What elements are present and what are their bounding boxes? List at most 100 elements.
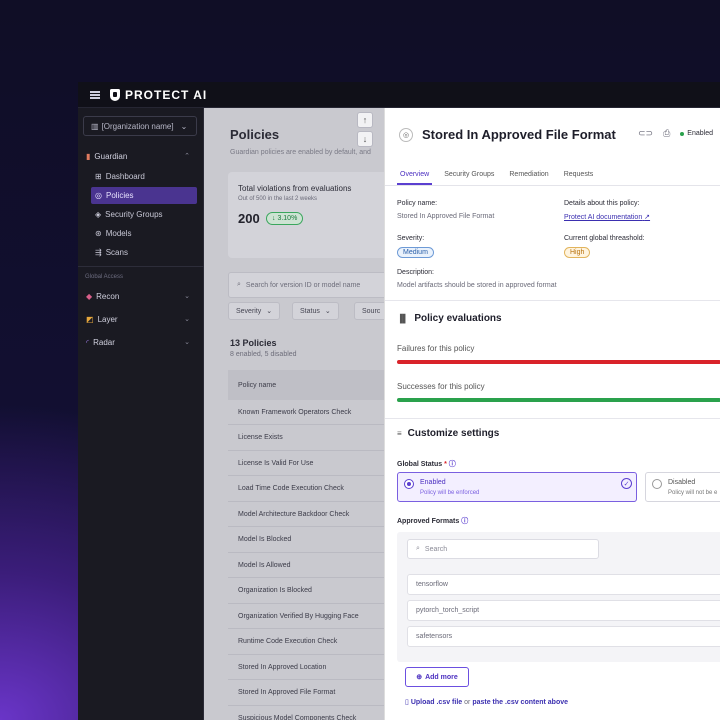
approved-formats-text: Approved Formats [397, 518, 460, 525]
search-input[interactable]: ⌕ Search for version ID or model name [228, 272, 388, 298]
tab-remediation[interactable]: Remediation [506, 168, 551, 185]
guardian-icon: ▮ [86, 151, 91, 161]
chevron-down-icon: ⌄ [180, 121, 188, 131]
table-row[interactable]: Known Framework Operators Check [228, 400, 388, 425]
status-dot [680, 131, 685, 136]
navigation-arrows: ↑ ↓ [357, 112, 373, 147]
brand-logo: PROTECT AI [110, 88, 207, 102]
approved-formats-label: Approved Formats ⓘ [397, 516, 468, 526]
filter-label: Sourc [362, 307, 381, 315]
tab-security-groups[interactable]: Security Groups [441, 168, 497, 185]
format-item[interactable]: pytorch_torch_script [407, 600, 720, 621]
sidebar-item-label: Policies [105, 191, 134, 200]
evaluations-heading: ▐▌ Policy evaluations [397, 313, 502, 324]
sidebar-item-policies[interactable]: ◎ Policies [91, 187, 197, 204]
panel-title: Stored In Approved File Format [422, 127, 616, 142]
radio-unselected-icon [652, 479, 662, 489]
upload-or-text: or [464, 699, 471, 706]
filter-label: Status [300, 307, 320, 315]
panel-tabs: Overview Security Groups Remediation Req… [397, 168, 596, 185]
paste-csv-link[interactable]: paste the .csv content above [472, 699, 568, 706]
sidebar-item-dashboard[interactable]: ⊞ Dashboard [91, 168, 197, 185]
security-groups-icon: ◈ [95, 210, 102, 219]
sidebar-divider [78, 266, 204, 267]
organization-selector[interactable]: ▥ [Organization name] ⌄ [83, 116, 197, 136]
page-subtitle: Guardian policies are enabled by default… [230, 149, 371, 156]
table-row[interactable]: Stored In Approved File Format [228, 681, 388, 706]
severity-badge: Medium [397, 247, 434, 258]
policy-icon: ◎ [399, 128, 413, 142]
arrow-down-icon[interactable]: ↓ [357, 131, 373, 147]
disabled-title: Disabled [668, 479, 696, 486]
print-icon[interactable]: ⎙ [663, 128, 670, 139]
disabled-option[interactable]: Disabled Policy will not be e [645, 472, 720, 502]
table-row[interactable]: Load Time Code Execution Check [228, 477, 388, 502]
details-label: Details about this policy: [564, 200, 640, 207]
sidebar-item-guardian[interactable]: ▮ Guardian ⌃ [78, 148, 204, 164]
external-link-icon: ↗ [644, 214, 651, 221]
table-row[interactable]: Model Is Allowed [228, 553, 388, 578]
chevron-down-icon: ⌄ [184, 339, 190, 346]
sidebar-item-models[interactable]: ⊛ Models [91, 225, 197, 242]
tab-requests[interactable]: Requests [561, 168, 597, 185]
menu-icon[interactable] [90, 90, 100, 99]
tab-divider [385, 185, 720, 186]
layer-icon: ◩ [86, 314, 94, 324]
policy-detail-panel: ◎ Stored In Approved File Format ⊂⊃ ⎙ En… [384, 108, 720, 720]
panel-tools: ⊂⊃ ⎙ Enabled [638, 128, 713, 139]
customize-title: Customize settings [407, 428, 500, 439]
format-item[interactable]: tensorflow [407, 574, 720, 595]
table-row[interactable]: Runtime Code Execution Check [228, 630, 388, 655]
recon-icon: ◆ [86, 291, 93, 301]
change-badge: ↓ 3.10% [266, 212, 304, 225]
scans-icon: ⇶ [95, 248, 102, 257]
add-more-button[interactable]: ⊕ Add more [405, 667, 469, 687]
enabled-option[interactable]: Enabled Policy will be enforced ✓ [397, 472, 637, 502]
table-row[interactable]: Organization Verified By Hugging Face [228, 604, 388, 629]
severity-filter[interactable]: Severity ⌄ [228, 302, 281, 320]
sidebar-item-layer[interactable]: ◩ Layer ⌄ [78, 311, 204, 327]
description-label: Description: [397, 269, 434, 276]
settings-list-icon: ≡ [397, 429, 402, 438]
sidebar-item-label: Dashboard [105, 172, 145, 181]
table-row[interactable]: Stored In Approved Location [228, 655, 388, 680]
status-filter[interactable]: Status ⌄ [292, 302, 339, 320]
link-icon[interactable]: ⊂⊃ [638, 128, 653, 139]
table-row[interactable]: License Is Valid For Use [228, 451, 388, 476]
arrow-up-icon[interactable]: ↑ [357, 112, 373, 128]
tab-overview[interactable]: Overview [397, 168, 433, 185]
models-icon: ⊛ [95, 229, 102, 238]
radar-icon: ◜ [86, 337, 90, 347]
format-item[interactable]: safetensors [407, 626, 720, 647]
failures-bar [397, 360, 720, 364]
documentation-link[interactable]: Protect AI documentation ↗ [564, 213, 650, 221]
policy-icon: ◎ [95, 191, 102, 200]
file-icon: ▯ [405, 699, 409, 706]
card-subtitle: Out of 500 in the last 2 weeks [238, 196, 318, 202]
dashboard-icon: ⊞ [95, 172, 102, 181]
table-row[interactable]: Model Is Blocked [228, 528, 388, 553]
sidebar-item-label: Recon [96, 291, 120, 301]
table-row[interactable]: Model Architecture Backdoor Check [228, 502, 388, 527]
sidebar-item-radar[interactable]: ◜ Radar ⌄ [78, 334, 204, 350]
status-badge: Enabled [680, 130, 713, 137]
formats-search-input[interactable]: ⌕ Search [407, 539, 599, 559]
upload-row: ▯ Upload .csv file or paste the .csv con… [405, 698, 568, 706]
table-row[interactable]: Suspicious Model Components Check [228, 706, 388, 720]
chevron-down-icon: ⌄ [184, 293, 190, 300]
formats-search-placeholder: Search [424, 545, 448, 553]
search-icon: ⌕ [237, 281, 241, 288]
status-text: Enabled [687, 130, 713, 137]
plus-icon: ⊕ [416, 674, 423, 681]
enabled-subtitle: Policy will be enforced [420, 490, 480, 496]
upload-csv-link[interactable]: Upload .csv file [411, 699, 462, 706]
successes-bar [397, 398, 720, 402]
table-row[interactable]: License Exists [228, 426, 388, 451]
sidebar-item-label: Models [105, 229, 132, 238]
info-icon: ⓘ [461, 518, 469, 525]
table-row[interactable]: Organization Is Blocked [228, 579, 388, 604]
sidebar-item-security-groups[interactable]: ◈ Security Groups [91, 206, 197, 223]
sidebar-item-scans[interactable]: ⇶ Scans [91, 244, 197, 261]
check-icon: ✓ [621, 478, 632, 489]
sidebar-item-recon[interactable]: ◆ Recon ⌄ [78, 288, 204, 304]
